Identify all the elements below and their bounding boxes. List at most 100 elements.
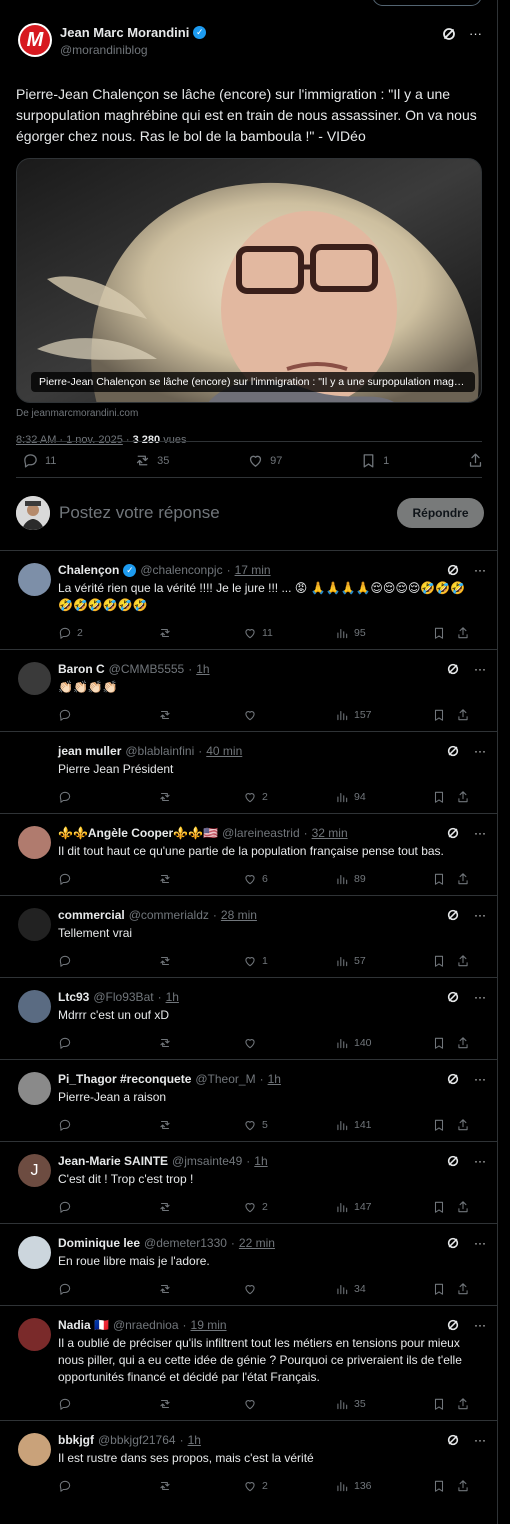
timestamp-link[interactable]: 8:32 AM · 1 nov. 2025	[16, 434, 123, 446]
bookmark-action[interactable]	[432, 1036, 456, 1050]
avatar[interactable]: M	[18, 23, 52, 57]
grok-icon[interactable]	[446, 826, 460, 840]
views-action[interactable]: 94	[335, 790, 432, 804]
views-action[interactable]: 34	[335, 1282, 432, 1296]
reply-action[interactable]	[58, 1118, 158, 1132]
share-action[interactable]	[456, 708, 476, 722]
like-action[interactable]	[243, 1397, 335, 1411]
bookmark-action[interactable]	[432, 708, 456, 722]
views-action[interactable]: 136	[335, 1479, 432, 1493]
reply-action[interactable]: 2	[58, 626, 158, 640]
reply-input[interactable]: Postez votre réponse	[59, 503, 220, 523]
more-options-icon[interactable]: ···	[474, 662, 486, 676]
share-action[interactable]	[456, 954, 476, 968]
reply-time[interactable]: 28 min	[221, 908, 257, 922]
avatar[interactable]	[18, 1318, 51, 1351]
avatar[interactable]	[18, 662, 51, 695]
share-action[interactable]	[456, 626, 476, 640]
reply-author-name[interactable]: Dominique lee	[58, 1236, 140, 1250]
more-options-icon[interactable]: ···	[469, 26, 482, 42]
reply-author-name[interactable]: ⚜️⚜️Angèle Cooper⚜️⚜️🇺🇸	[58, 826, 218, 840]
more-options-icon[interactable]: ···	[474, 826, 486, 840]
reply-item[interactable]: J Jean-Marie SAINTE @jmsainte49 · 1h ···…	[0, 1141, 497, 1223]
reply-action[interactable]	[58, 954, 158, 968]
reply-time[interactable]: 17 min	[235, 563, 271, 577]
retweet-action[interactable]	[158, 954, 243, 968]
avatar[interactable]	[18, 908, 51, 941]
link-card-image[interactable]: Pierre-Jean Chalençon se lâche (encore) …	[16, 158, 482, 403]
reply-author-handle[interactable]: @Flo93Bat	[93, 990, 153, 1004]
share-action[interactable]	[456, 1118, 476, 1132]
share-action[interactable]	[456, 1479, 476, 1493]
bookmark-action[interactable]	[432, 1282, 456, 1296]
reply-author-handle[interactable]: @bbkjgf21764	[98, 1433, 176, 1447]
grok-icon[interactable]	[446, 990, 460, 1004]
bookmark-action[interactable]	[432, 1397, 456, 1411]
bookmark-action[interactable]	[432, 626, 456, 640]
views-action[interactable]: 157	[335, 708, 432, 722]
retweet-action[interactable]	[158, 1479, 243, 1493]
source-link[interactable]: De jeanmarcmorandini.com	[16, 408, 482, 419]
reply-button[interactable]: Répondre	[397, 498, 484, 528]
reply-action[interactable]	[58, 708, 158, 722]
reply-action[interactable]	[58, 1200, 158, 1214]
share-action[interactable]	[456, 872, 476, 886]
retweet-action[interactable]	[158, 1036, 243, 1050]
reply-item[interactable]: bbkjgf @bbkjgf21764 · 1h ··· Il est rust…	[0, 1420, 497, 1524]
retweet-action[interactable]	[158, 1397, 243, 1411]
reply-author-name[interactable]: Pi_Thagor #reconquete	[58, 1072, 191, 1086]
bookmark-action[interactable]	[432, 790, 456, 804]
like-action[interactable]: 5	[243, 1118, 335, 1132]
reply-item[interactable]: Nadia 🇫🇷 @nraednioa · 19 min ··· Il a ou…	[0, 1305, 497, 1420]
reply-time[interactable]: 22 min	[239, 1236, 275, 1250]
reply-author-name[interactable]: jean muller	[58, 744, 121, 758]
more-options-icon[interactable]: ···	[474, 1318, 486, 1332]
reply-author-handle[interactable]: @CMMB5555	[109, 662, 185, 676]
reply-action[interactable]	[58, 1479, 158, 1493]
retweet-action[interactable]	[158, 1200, 243, 1214]
grok-icon[interactable]	[446, 1072, 460, 1086]
reply-item[interactable]: Pi_Thagor #reconquete @Theor_M · 1h ··· …	[0, 1059, 497, 1141]
reply-action[interactable]	[58, 872, 158, 886]
like-action[interactable]: 2	[243, 1200, 335, 1214]
like-action[interactable]	[243, 708, 335, 722]
grok-icon[interactable]	[446, 1318, 460, 1332]
retweet-action[interactable]	[158, 790, 243, 804]
like-action[interactable]	[243, 1282, 335, 1296]
reply-action[interactable]: 11	[22, 452, 56, 469]
retweet-action[interactable]	[158, 708, 243, 722]
views-action[interactable]: 147	[335, 1200, 432, 1214]
reply-action[interactable]	[58, 1397, 158, 1411]
author-handle[interactable]: @morandiniblog	[60, 43, 206, 57]
grok-icon[interactable]	[446, 744, 460, 758]
avatar[interactable]	[18, 563, 51, 596]
avatar[interactable]	[18, 1433, 51, 1466]
grok-icon[interactable]	[446, 1154, 460, 1168]
retweet-action[interactable]	[158, 872, 243, 886]
like-action[interactable]: 97	[247, 452, 282, 469]
reply-author-name[interactable]: Baron C	[58, 662, 105, 676]
avatar[interactable]	[18, 826, 51, 859]
reply-author-name[interactable]: Ltc93	[58, 990, 89, 1004]
reply-time[interactable]: 1h	[254, 1154, 267, 1168]
retweet-action[interactable]	[158, 1118, 243, 1132]
reply-author-handle[interactable]: @Theor_M	[195, 1072, 255, 1086]
reply-author-handle[interactable]: @nraednioa	[113, 1318, 179, 1332]
grok-icon[interactable]	[446, 563, 460, 577]
reply-author-name[interactable]: Chalençon	[58, 563, 119, 577]
bookmark-action[interactable]	[432, 872, 456, 886]
more-options-icon[interactable]: ···	[474, 990, 486, 1004]
more-options-icon[interactable]: ···	[474, 1154, 486, 1168]
share-action[interactable]	[456, 1036, 476, 1050]
like-action[interactable]	[243, 1036, 335, 1050]
author-name[interactable]: Jean Marc Morandini ✓	[60, 25, 207, 40]
follow-button-partial[interactable]	[372, 0, 482, 6]
like-action[interactable]: 6	[243, 872, 335, 886]
scrollbar[interactable]	[498, 0, 510, 1524]
reply-author-name[interactable]: commercial	[58, 908, 125, 922]
reply-time[interactable]: 1h	[268, 1072, 281, 1086]
reply-time[interactable]: 1h	[196, 662, 209, 676]
reply-action[interactable]	[58, 1282, 158, 1296]
views-action[interactable]: 95	[335, 626, 432, 640]
reply-author-handle[interactable]: @jmsainte49	[172, 1154, 242, 1168]
